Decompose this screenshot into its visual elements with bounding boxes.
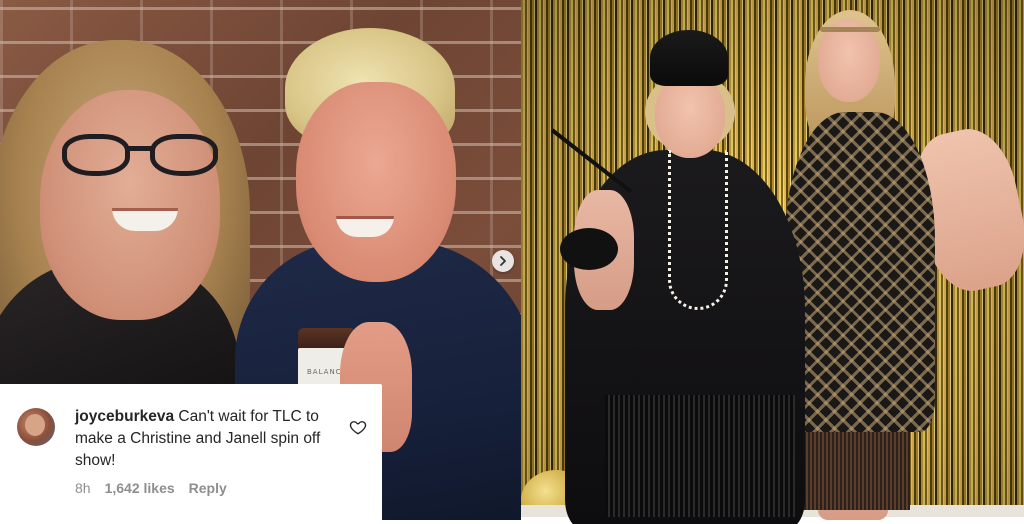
reply-button[interactable]: Reply (189, 480, 227, 496)
chevron-right-icon (500, 256, 506, 266)
comment-meta: 8h 1,642 likes Reply (75, 480, 227, 496)
left-woman-face (655, 74, 725, 158)
headband (820, 27, 880, 32)
right-woman-face (296, 82, 456, 282)
composite-image: BALANCE joyceburkeva Can't wait for TLC … (0, 0, 1024, 524)
comment-time: 8h (75, 480, 91, 496)
eyeglasses (62, 134, 222, 180)
heart-outline-icon[interactable] (349, 418, 367, 436)
fringe-skirt (605, 395, 795, 517)
right-woman-face (818, 20, 880, 102)
comment-username[interactable]: joyceburkeva (75, 408, 174, 425)
comment-likes[interactable]: 1,642 likes (105, 480, 175, 496)
instagram-comment: joyceburkeva Can't wait for TLC to make … (0, 384, 382, 524)
comment-body: joyceburkeva Can't wait for TLC to make … (75, 406, 343, 472)
fringe-skirt (800, 430, 910, 510)
sequin-dress (785, 112, 935, 432)
next-image-button[interactable] (492, 250, 514, 272)
feather-boa (560, 228, 618, 270)
view-replies-line[interactable] (75, 517, 235, 524)
left-woman-face (40, 90, 220, 320)
cloche-hat (650, 30, 728, 86)
avatar[interactable] (17, 408, 55, 446)
pearl-necklace (668, 150, 728, 310)
